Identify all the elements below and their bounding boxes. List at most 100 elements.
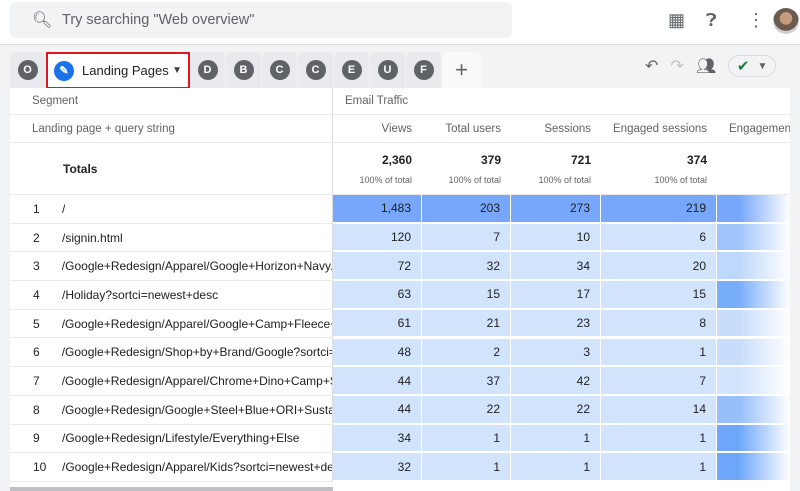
table-row[interactable]: 2/signin.html 120 7 10 6 — [10, 223, 790, 253]
total-users-cell: 15 — [422, 281, 511, 310]
status-dropdown[interactable]: ✔ ▼ — [728, 55, 777, 77]
row-index: 9 — [33, 431, 40, 446]
landing-page[interactable]: /Google+Redesign/Apparel/Google+Camp+Fle… — [40, 317, 332, 331]
dimension-cell[interactable]: 2/signin.html — [10, 223, 333, 253]
table-row[interactable]: 3/Google+Redesign/Apparel/Google+Horizon… — [10, 252, 790, 282]
table-row[interactable]: 8/Google+Redesign/Google+Steel+Blue+ORI+… — [10, 395, 790, 425]
table-row[interactable]: 5/Google+Redesign/Apparel/Google+Camp+Fl… — [10, 309, 790, 339]
engagement-cell — [717, 395, 790, 425]
dimension-cell[interactable]: 1/ — [10, 195, 333, 224]
dimension-cell[interactable]: 3/Google+Redesign/Apparel/Google+Horizon… — [10, 252, 333, 282]
views-cell: 44 — [333, 395, 422, 425]
landing-page[interactable]: /Google+Redesign/Apparel/Google+Horizon+… — [40, 259, 332, 273]
landing-page[interactable]: /Google+Redesign/Apparel/Chrome+Dino+Cam… — [40, 374, 332, 388]
avatar[interactable] — [773, 8, 799, 34]
redo-icon[interactable]: ↷ — [670, 56, 683, 76]
landing-page[interactable]: / — [40, 202, 65, 216]
col-engagement[interactable]: Engagement — [717, 115, 790, 142]
engaged-sessions-cell: 15 — [601, 281, 717, 310]
tab-letter: C — [269, 60, 290, 80]
table-row[interactable]: 4/Holiday?sortci=newest+desc 63 15 17 15 — [10, 281, 790, 310]
dimension-cell[interactable]: 10/Google+Redesign/Apparel/Kids?sortci=n… — [10, 453, 333, 482]
table-row[interactable]: 9/Google+Redesign/Lifestyle/Everything+E… — [10, 424, 790, 454]
engagement-cell — [717, 453, 790, 482]
sessions-cell: 1 — [511, 424, 601, 454]
dropdown-arrow-icon: ▼ — [757, 60, 768, 72]
sessions-cell: 23 — [511, 309, 601, 339]
tab-o[interactable]: O — [10, 52, 46, 88]
dimension-cell[interactable]: 4/Holiday?sortci=newest+desc — [10, 281, 333, 310]
tab-label: Landing Pages — [82, 63, 169, 78]
tab-letter: C — [305, 60, 326, 80]
views-cell: 120 — [333, 223, 422, 253]
search-placeholder: Try searching "Web overview" — [62, 12, 255, 28]
landing-page[interactable]: /Holiday?sortci=newest+desc — [40, 288, 218, 302]
tab-e[interactable]: E — [334, 52, 370, 88]
views-cell: 34 — [333, 424, 422, 454]
tab-b[interactable]: B — [226, 52, 262, 88]
dimension-cell[interactable]: 9/Google+Redesign/Lifestyle/Everything+E… — [10, 424, 333, 454]
table-row[interactable]: 10/Google+Redesign/Apparel/Kids?sortci=n… — [10, 453, 790, 482]
top-bar: 🔍︎ Try searching "Web overview" ▦ ❓︎ ⋮ — [0, 0, 800, 45]
help-icon[interactable]: ❓︎ — [706, 10, 717, 31]
tab-d[interactable]: D — [190, 52, 226, 88]
total-users-cell: 37 — [422, 367, 511, 396]
dimension-cell[interactable]: 5/Google+Redesign/Apparel/Google+Camp+Fl… — [10, 309, 333, 339]
total-users-cell: 21 — [422, 309, 511, 339]
row-index: 5 — [33, 316, 40, 331]
tab-f[interactable]: F — [406, 52, 442, 88]
horizontal-scrollbar[interactable] — [10, 487, 333, 491]
col-engaged-sessions[interactable]: Engaged sessions — [601, 115, 717, 142]
tab-c[interactable]: C — [262, 52, 298, 88]
col-total-users[interactable]: Total users — [422, 115, 511, 142]
landing-page[interactable]: /Google+Redesign/Lifestyle/Everything+El… — [40, 431, 299, 445]
row-index: 2 — [33, 230, 40, 245]
engaged-sessions-cell: 1 — [601, 424, 717, 454]
total-views: 2,360 100% of total — [333, 143, 422, 194]
total-users-cell: 203 — [422, 195, 511, 224]
total-users-cell: 7 — [422, 223, 511, 253]
engagement-cell — [717, 338, 790, 368]
dimension-cell[interactable]: 8/Google+Redesign/Google+Steel+Blue+ORI+… — [10, 395, 333, 425]
views-cell: 63 — [333, 281, 422, 310]
total-engagement — [717, 143, 790, 194]
col-views[interactable]: Views — [333, 115, 422, 142]
landing-page[interactable]: /signin.html — [40, 231, 123, 245]
landing-page[interactable]: /Google+Redesign/Apparel/Kids?sortci=new… — [40, 460, 332, 474]
row-index: 6 — [33, 345, 40, 360]
segment-value: Email Traffic — [345, 95, 409, 107]
tab-letter: B — [233, 60, 254, 80]
engagement-cell — [717, 424, 790, 454]
engagement-cell — [717, 195, 790, 224]
sessions-cell: 17 — [511, 281, 601, 310]
pencil-icon: ✎ — [54, 60, 74, 81]
tab-letter: E — [341, 60, 362, 80]
apps-grid-icon[interactable]: ▦ — [668, 10, 685, 31]
search-bar[interactable]: 🔍︎ Try searching "Web overview" — [10, 2, 512, 38]
table-row[interactable]: 1/1,483 203 273 219 — [10, 195, 790, 224]
more-vert-icon[interactable]: ⋮ — [747, 10, 765, 31]
share-users-icon[interactable]: 👥︎ — [696, 56, 716, 76]
total-sessions: 721 100% of total — [511, 143, 601, 194]
tab-landing-pages[interactable]: ✎ Landing Pages ▼ — [46, 52, 190, 89]
dropdown-arrow-icon[interactable]: ▼ — [172, 65, 182, 76]
dimension-cell[interactable]: 6/Google+Redesign/Shop+by+Brand/Google?s… — [10, 338, 333, 368]
total-users-cell: 2 — [422, 338, 511, 368]
tab-c-2[interactable]: C — [298, 52, 334, 88]
landing-page[interactable]: /Google+Redesign/Google+Steel+Blue+ORI+S… — [40, 403, 332, 417]
add-tab-button[interactable]: + — [442, 52, 482, 88]
table-row[interactable]: 6/Google+Redesign/Shop+by+Brand/Google?s… — [10, 338, 790, 368]
views-cell: 48 — [333, 338, 422, 368]
toolbar: ↶ ↷ 👥︎ ✔ ▼ — [645, 55, 777, 77]
segment-row: Segment Email Traffic — [10, 88, 790, 115]
dimension-header[interactable]: Landing page + query string — [10, 115, 333, 142]
col-sessions[interactable]: Sessions — [511, 115, 601, 142]
table-row[interactable]: 7/Google+Redesign/Apparel/Chrome+Dino+Ca… — [10, 367, 790, 396]
views-cell: 72 — [333, 252, 422, 282]
undo-icon[interactable]: ↶ — [645, 56, 658, 76]
tab-u[interactable]: U — [370, 52, 406, 88]
total-value: 374 — [686, 152, 707, 167]
landing-page[interactable]: /Google+Redesign/Shop+by+Brand/Google?so… — [40, 345, 332, 359]
dimension-cell[interactable]: 7/Google+Redesign/Apparel/Chrome+Dino+Ca… — [10, 367, 333, 396]
total-users-cell: 32 — [422, 252, 511, 282]
